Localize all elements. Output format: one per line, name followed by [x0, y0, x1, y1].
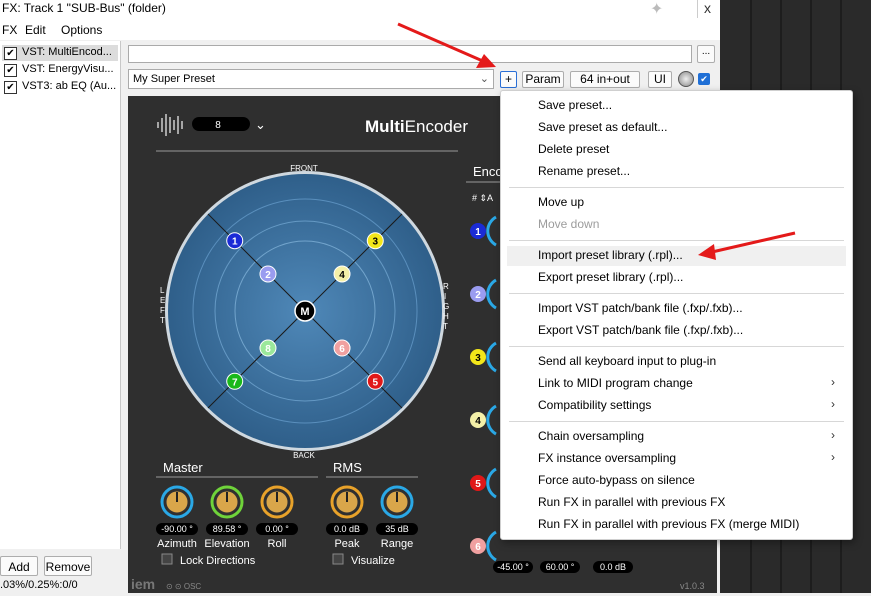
- annotation-layer: [397, 22, 796, 260]
- annotation-arrow: [397, 22, 496, 68]
- annotation-arrow: [698, 231, 796, 260]
